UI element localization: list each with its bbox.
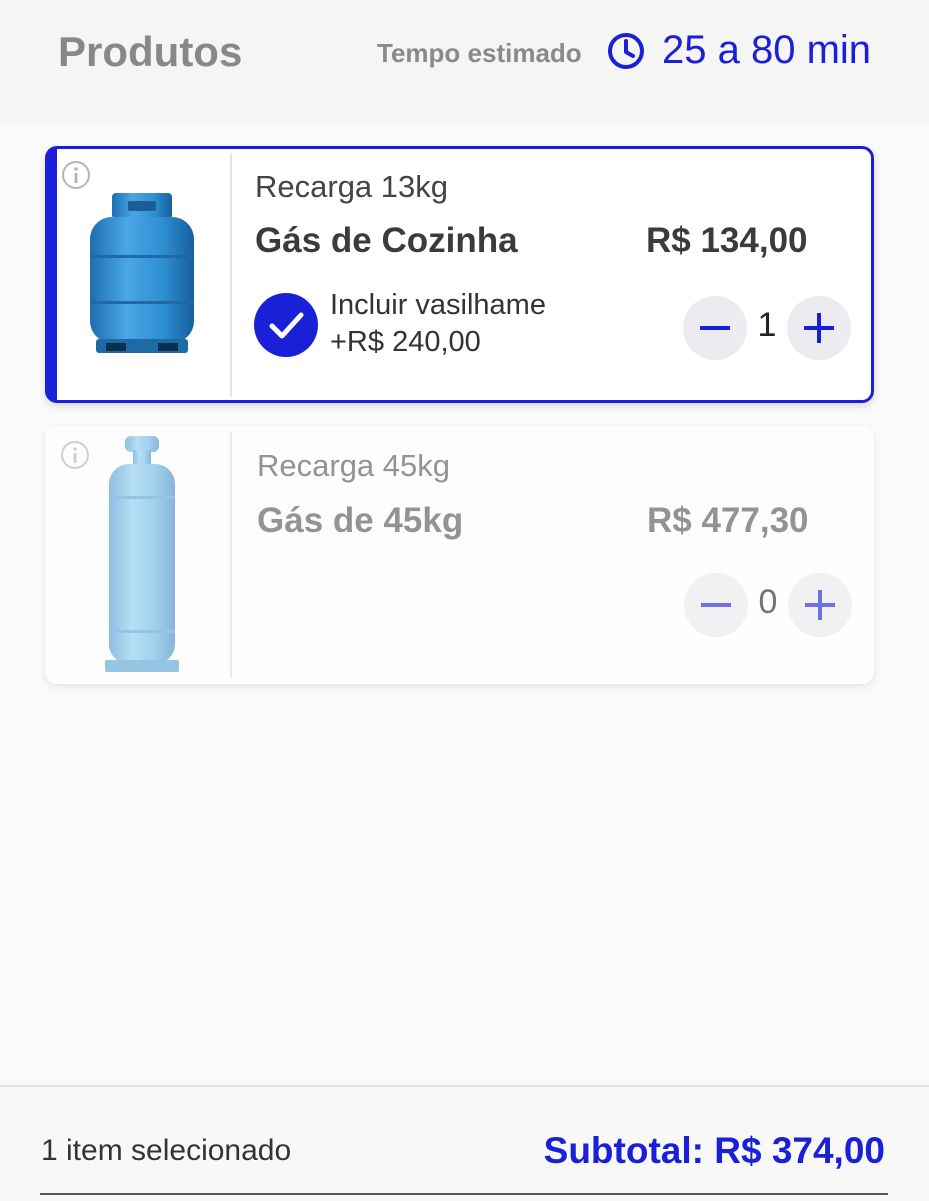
subtotal: Subtotal: R$ 374,00 [543,1130,885,1171]
quantity-value: 0 [758,583,778,621]
product-subtitle: Recarga 13kg [255,169,449,204]
product-name: Gás de Cozinha [255,221,518,260]
plus-icon [804,313,834,343]
footer-bar: 1 item selecionado Subtotal: R$ 374,00 [0,1085,929,1201]
include-container-price: +R$ 240,00 [330,326,481,358]
decrease-button[interactable] [683,296,747,360]
quantity-stepper: 1 [683,296,853,360]
product-card-cozinha[interactable]: Recarga 13kg Gás de Cozinha R$ 134,00 In… [45,146,874,403]
eta-label: Tempo estimado [377,38,582,68]
header: Produtos Tempo estimado 25 a 80 min [0,0,929,125]
gas-cylinder-45kg-image [105,436,179,672]
include-container-checkbox[interactable] [254,293,318,357]
checkmark-icon [269,312,304,339]
info-icon[interactable] [60,440,90,470]
increase-button[interactable] [788,573,852,637]
product-price: R$ 477,30 [647,501,809,540]
minus-icon [701,603,731,607]
minus-icon [700,326,730,330]
footer-divider [40,1193,888,1195]
product-price: R$ 134,00 [646,221,808,260]
card-divider [230,432,232,678]
product-card-45kg[interactable]: Recarga 45kg Gás de 45kg R$ 477,30 0 [45,426,874,684]
increase-button[interactable] [787,296,851,360]
eta-value: 25 a 80 min [662,28,872,72]
decrease-button[interactable] [684,573,748,637]
quantity-stepper: 0 [684,573,854,637]
page-title: Produtos [58,28,243,75]
clock-icon [608,33,644,69]
include-container-label[interactable]: Incluir vasilhame [330,289,546,322]
product-subtitle: Recarga 45kg [257,448,451,483]
card-divider [230,153,232,397]
quantity-value: 1 [757,306,777,344]
gas-cylinder-13kg-image [90,193,194,353]
info-icon[interactable] [61,160,91,190]
product-name: Gás de 45kg [257,501,464,540]
plus-icon [805,590,835,620]
selected-count: 1 item selecionado [41,1134,292,1167]
